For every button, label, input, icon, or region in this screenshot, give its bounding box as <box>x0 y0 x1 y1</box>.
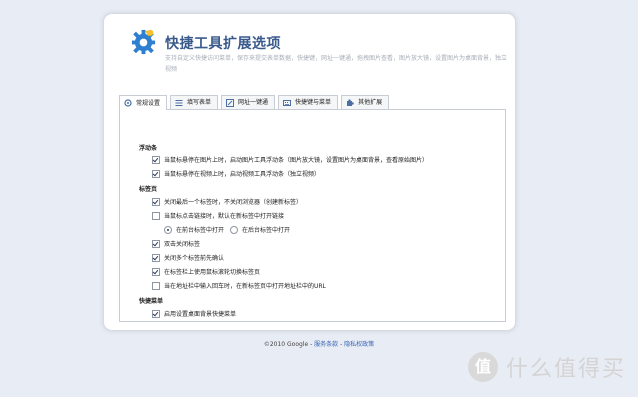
option-open-links-new-tab[interactable]: 当鼠标点击链接时，默认在新标签中打开链接 <box>152 211 284 220</box>
keyboard-icon <box>283 99 292 107</box>
option-video-toolbar[interactable]: 当鼠标悬停在视频上时，启动视频工具浮动条（独立视频） <box>152 169 320 178</box>
option-label: 当鼠标悬停在图片上时，启动图片工具浮动条（图片放大镜，设置图片为桌面背景，查看原… <box>164 157 429 164</box>
settings-panel: 浮动条 当鼠标悬停在图片上时，启动图片工具浮动条（图片放大镜，设置图片为桌面背景… <box>119 109 506 322</box>
checkbox[interactable] <box>152 211 160 220</box>
puzzle-icon <box>346 98 354 107</box>
option-label: 当鼠标悬停在视频上时，启动视频工具浮动条（独立视频） <box>164 171 321 178</box>
option-label: 当鼠标点击链接时，默认在新标签中打开链接 <box>164 213 285 220</box>
gear-icon <box>124 99 132 107</box>
tab-shortcuts-menu[interactable]: 快捷键与菜单 <box>278 95 339 109</box>
terms-link[interactable]: 服务条款 <box>314 341 338 348</box>
tab-label: 其他扩展 <box>358 99 383 106</box>
tab-general[interactable]: 常规设置 <box>119 95 168 110</box>
option-label: 关闭多个标签前先确认 <box>164 255 225 262</box>
radio-label: 在前台标签中打开 <box>176 227 225 234</box>
checkbox[interactable] <box>152 155 160 164</box>
tab-label: 常规设置 <box>136 99 161 107</box>
radio-button[interactable] <box>230 225 238 234</box>
checkbox[interactable] <box>152 253 160 262</box>
checkbox[interactable] <box>152 267 160 276</box>
tab-form-fill[interactable]: 填写表单 <box>170 95 219 109</box>
option-enter-open-new-tab[interactable]: 当在地址栏中输入回车时，在新标签页中打开地址栏中的URL <box>152 281 326 290</box>
radio-label: 在后台标签中打开 <box>242 227 291 234</box>
option-wallpaper-menu[interactable]: 启用设置桌面背景快捷菜单 <box>152 309 236 318</box>
link-icon <box>226 98 235 107</box>
option-label: 启用设置桌面背景快捷菜单 <box>164 311 237 318</box>
tab-bar: 常规设置 填写表单 网址一键通 快捷键与菜单 其他扩展 <box>119 95 392 110</box>
option-label: 关闭最后一个标签时，不关闭浏览器（创建新标签） <box>164 199 303 206</box>
checkbox[interactable] <box>152 281 160 290</box>
tab-label: 快捷键与菜单 <box>295 99 332 106</box>
option-image-toolbar[interactable]: 当鼠标悬停在图片上时，启动图片工具浮动条（图片放大镜，设置图片为桌面背景，查看原… <box>152 155 428 164</box>
option-label: 双击关闭标签 <box>164 241 201 248</box>
page-description: 支持自定义快捷访问菜单，保存来提交表单数据，快捷键，网址一键通，拖拽图片查看，图… <box>165 55 508 73</box>
section-tabs-heading: 标签页 <box>139 186 158 193</box>
options-card: 快捷工具扩展选项 支持自定义快捷访问菜单，保存来提交表单数据，快捷键，网址一键通… <box>103 13 516 331</box>
privacy-link[interactable]: 隐私权政策 <box>344 341 374 348</box>
section-floating-heading: 浮动条 <box>139 145 158 152</box>
checkbox[interactable] <box>152 309 160 318</box>
tab-label: 填写表单 <box>187 99 212 106</box>
copyright-text: ©2010 Google - <box>263 341 315 348</box>
tab-one-click-url[interactable]: 网址一键通 <box>221 95 276 109</box>
option-double-click-close[interactable]: 双击关闭标签 <box>152 239 200 248</box>
watermark-text: 什么值得买 <box>506 357 627 382</box>
checkbox[interactable] <box>152 239 160 248</box>
watermark-badge: 值 <box>468 352 498 382</box>
option-keep-browser-open[interactable]: 关闭最后一个标签时，不关闭浏览器（创建新标签） <box>152 197 302 206</box>
form-icon <box>175 99 183 107</box>
radio-button[interactable] <box>164 225 172 234</box>
option-label: 在标签栏上使用鼠标滚轮切换标签页 <box>164 269 261 276</box>
checkbox[interactable] <box>152 197 160 206</box>
tab-label: 网址一键通 <box>238 99 269 106</box>
page-footer: ©2010 Google - 服务条款 - 隐私权政策 <box>0 339 638 348</box>
option-label: 当在地址栏中输入回车时，在新标签页中打开地址栏中的URL <box>164 283 326 290</box>
checkbox[interactable] <box>152 169 160 178</box>
radio-background-tab[interactable]: 在后台标签中打开 <box>230 225 290 234</box>
radio-foreground-tab[interactable]: 在前台标签中打开 <box>164 225 224 234</box>
watermark: 值 什么值得买 <box>468 351 626 383</box>
app-logo-icon <box>131 29 156 55</box>
section-menu-heading: 快捷菜单 <box>139 298 164 305</box>
option-confirm-close-multiple[interactable]: 关闭多个标签前先确认 <box>152 253 224 262</box>
page-title: 快捷工具扩展选项 <box>165 36 281 52</box>
tab-other-extensions[interactable]: 其他扩展 <box>341 95 390 109</box>
option-wheel-switch-tabs[interactable]: 在标签栏上使用鼠标滚轮切换标签页 <box>152 267 260 276</box>
